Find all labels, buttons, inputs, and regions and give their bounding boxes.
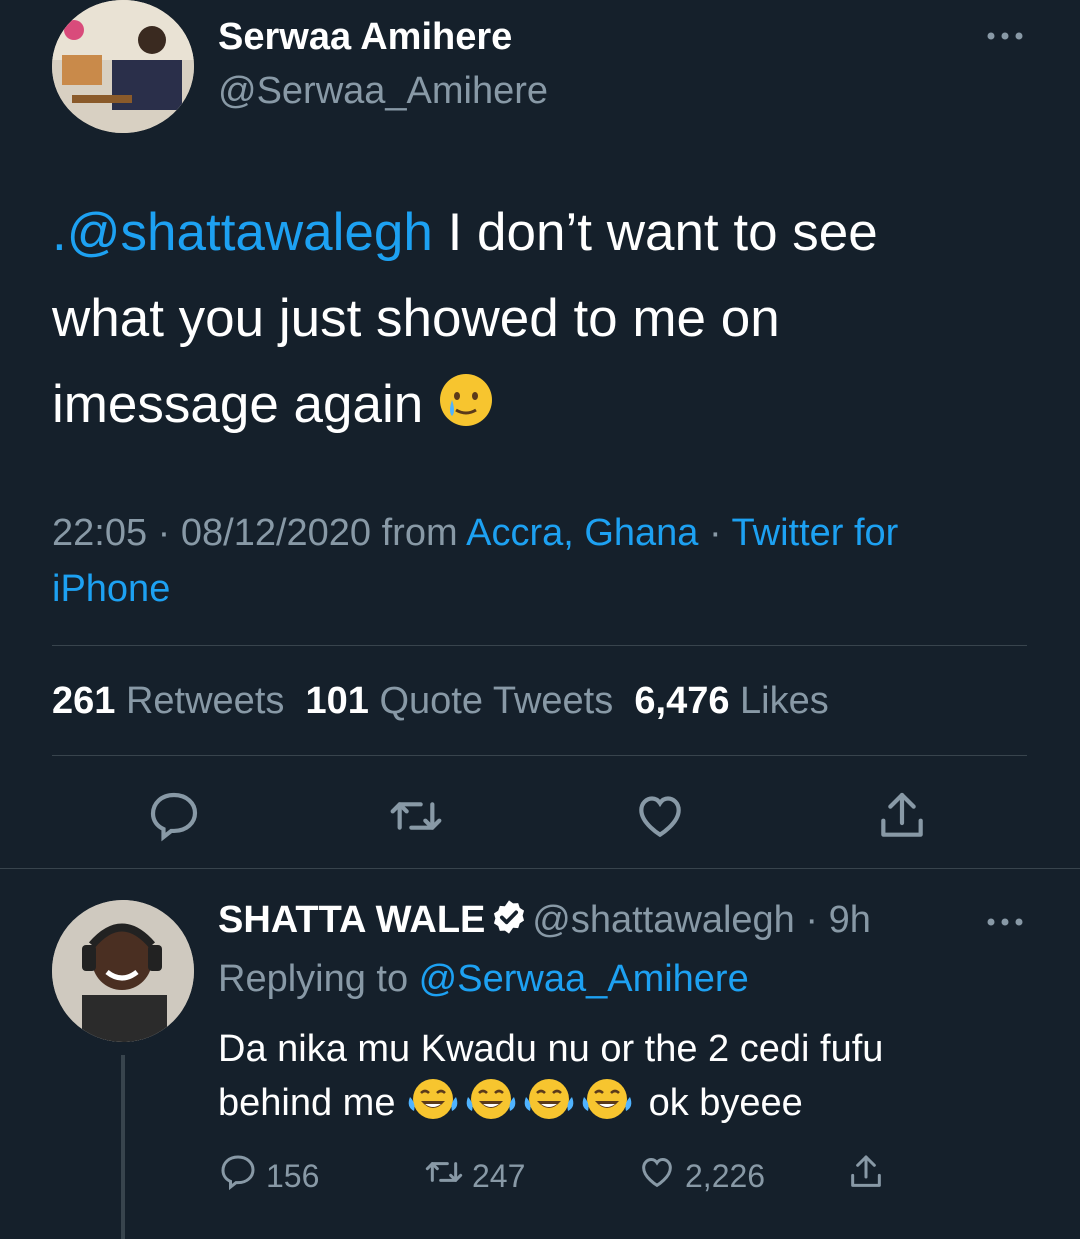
tears-of-joy-emoji-icon [580, 1077, 634, 1136]
reply-avatar-photo [52, 900, 194, 1042]
reply-more-icon[interactable] [985, 906, 1025, 940]
divider [0, 868, 1080, 869]
tears-of-joy-emoji-icon [464, 1077, 518, 1136]
divider [52, 645, 1027, 646]
separator: · [698, 512, 732, 554]
tears-of-joy-emoji-group [406, 1079, 638, 1124]
tweet-text-line-3: imessage again [52, 375, 438, 434]
like-icon [637, 1152, 677, 1200]
quote-tweets-stat[interactable]: 101 Quote Tweets [306, 680, 614, 722]
tweet-text-line-1: I don’t want to see [432, 203, 878, 262]
tears-of-joy-emoji-icon [522, 1077, 576, 1136]
avatar-photo [52, 0, 194, 133]
tweet-date: 08/12/2020 [180, 512, 372, 554]
reply-author-avatar[interactable] [52, 900, 194, 1042]
separator: · [147, 512, 181, 554]
replying-to: Replying to @Serwaa_Amihere [218, 958, 749, 1001]
share-icon[interactable] [874, 788, 930, 844]
tears-of-joy-emoji-icon [406, 1077, 460, 1136]
retweet-icon [424, 1152, 464, 1200]
author-handle[interactable]: @Serwaa_Amihere [218, 70, 548, 113]
reply-header: SHATTA WALE @shattawalegh · 9h [218, 898, 871, 942]
from-label: from [371, 512, 467, 554]
mention-link[interactable]: .@shattawalegh [52, 203, 433, 262]
reply-text-line-2: behind me [218, 1082, 407, 1124]
share-icon [846, 1152, 886, 1200]
replying-to-label: Replying to [218, 958, 419, 1000]
separator: · [794, 899, 829, 941]
reply-like-action[interactable]: 2,226 [637, 1152, 765, 1200]
retweet-count: 247 [472, 1157, 526, 1194]
reply-icon[interactable] [146, 788, 202, 844]
reply-author-name[interactable]: SHATTA WALE [218, 899, 485, 941]
tweet-time: 22:05 [52, 512, 148, 554]
author-avatar[interactable] [52, 0, 194, 133]
like-icon[interactable] [632, 788, 688, 844]
tweet-meta: 22:05 · 08/12/2020 from Accra, Ghana · T… [52, 505, 1042, 617]
reply-text: Da nika mu Kwadu nu or the 2 cedi fufu b… [218, 1022, 998, 1136]
client-link[interactable]: Twitter for [732, 512, 899, 554]
tweet-stats: 261 Retweets 101 Quote Tweets 6,476 Like… [52, 680, 829, 723]
thread-line [121, 1055, 125, 1239]
reply-author-handle[interactable]: @shattawalegh [532, 899, 795, 941]
crying-smile-emoji-icon [438, 368, 494, 454]
likes-stat[interactable]: 6,476 Likes [634, 680, 828, 722]
tweet-text-line-2: what you just showed to me on [52, 289, 780, 348]
tweet-text: .@shattawalegh I don’t want to see what … [52, 190, 1042, 454]
reply-text-line-1: Da nika mu Kwadu nu or the 2 cedi fufu [218, 1028, 884, 1070]
reply-share-action[interactable] [846, 1152, 886, 1200]
reply-text-end: ok byeee [638, 1082, 803, 1124]
location-link[interactable]: Accra, Ghana [466, 512, 698, 554]
reply-count: 156 [266, 1157, 320, 1194]
reply-retweet-action[interactable]: 247 [424, 1152, 525, 1200]
retweets-stat[interactable]: 261 Retweets [52, 680, 284, 722]
reply-icon [218, 1152, 258, 1200]
divider [52, 755, 1027, 756]
retweet-icon[interactable] [388, 788, 444, 844]
reply-time: 9h [828, 899, 871, 941]
client-link-line-2[interactable]: iPhone [52, 561, 1042, 617]
verified-badge-icon [490, 898, 528, 941]
more-icon[interactable] [985, 20, 1025, 54]
like-count: 2,226 [685, 1157, 766, 1194]
replying-to-handle[interactable]: @Serwaa_Amihere [419, 958, 749, 1000]
reply-reply-action[interactable]: 156 [218, 1152, 319, 1200]
author-name[interactable]: Serwaa Amihere [218, 16, 512, 59]
